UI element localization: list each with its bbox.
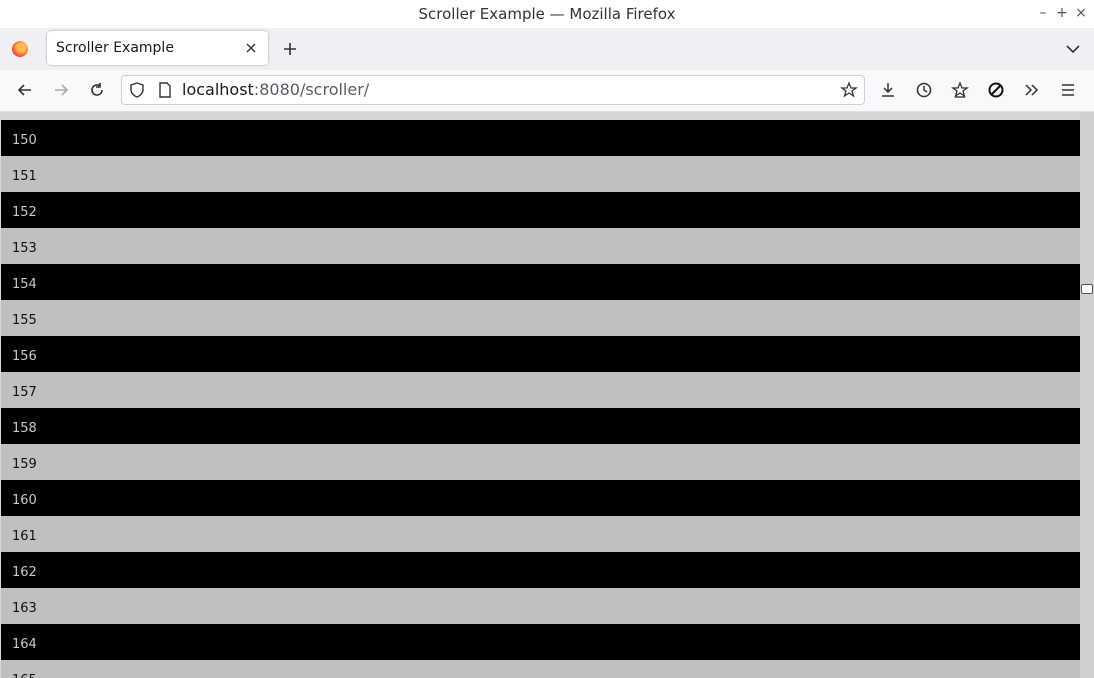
list-row: 157 xyxy=(1,372,1080,408)
list-all-tabs-icon[interactable] xyxy=(1064,40,1082,58)
bookmarks-icon[interactable] xyxy=(951,81,969,99)
scroller-list[interactable]: 150 151 152 153 154 155 156 157 158 159 160 161 162 1… xyxy=(1,120,1080,678)
tab-label: Scroller Example xyxy=(56,40,174,56)
url-text[interactable]: localhost:8080/scroller/ xyxy=(182,76,369,104)
minimize-icon[interactable]: – xyxy=(1034,4,1052,22)
list-row: 160 xyxy=(1,480,1080,516)
bookmark-star-icon[interactable] xyxy=(840,81,858,99)
page-icon[interactable] xyxy=(156,81,174,99)
tab-strip: Scroller Example xyxy=(0,28,1094,70)
list-row: 154 xyxy=(1,264,1080,300)
back-icon[interactable] xyxy=(16,81,34,99)
list-row: 156 xyxy=(1,336,1080,372)
url-path: :8080/scroller/ xyxy=(253,80,370,99)
blocked-icon[interactable] xyxy=(987,81,1005,99)
list-row: 158 xyxy=(1,408,1080,444)
downloads-icon[interactable] xyxy=(879,81,897,99)
scrollbar-thumb[interactable] xyxy=(1081,284,1093,294)
list-row: 151 xyxy=(1,156,1080,192)
reload-icon[interactable] xyxy=(88,81,106,99)
navigation-toolbar: localhost:8080/scroller/ xyxy=(0,70,1094,112)
url-bar[interactable]: localhost:8080/scroller/ xyxy=(121,75,865,105)
new-tab-icon[interactable] xyxy=(281,40,299,58)
list-row: 153 xyxy=(1,228,1080,264)
tab-scroller-example[interactable]: Scroller Example xyxy=(47,31,268,65)
shield-icon[interactable] xyxy=(128,81,146,99)
hamburger-menu-icon[interactable] xyxy=(1059,81,1077,99)
list-row: 159 xyxy=(1,444,1080,480)
overflow-menu-icon[interactable] xyxy=(1023,81,1041,99)
list-row: 152 xyxy=(1,192,1080,228)
window-title: Scroller Example — Mozilla Firefox xyxy=(418,5,676,23)
window-titlebar: Scroller Example — Mozilla Firefox – + × xyxy=(0,0,1094,28)
scrollbar-track[interactable] xyxy=(1080,112,1094,678)
close-tab-icon[interactable] xyxy=(242,39,260,57)
maximize-icon[interactable]: + xyxy=(1053,4,1071,22)
page-content[interactable]: 150 151 152 153 154 155 156 157 158 159 160 161 162 1… xyxy=(0,112,1094,678)
history-icon[interactable] xyxy=(915,81,933,99)
close-window-icon[interactable]: × xyxy=(1072,4,1090,22)
list-row: 155 xyxy=(1,300,1080,336)
list-row: 164 xyxy=(1,624,1080,660)
list-row: 163 xyxy=(1,588,1080,624)
row-label: 165 xyxy=(12,660,37,678)
firefox-icon[interactable] xyxy=(12,41,28,57)
list-row: 150 xyxy=(1,120,1080,156)
list-row: 161 xyxy=(1,516,1080,552)
forward-icon[interactable] xyxy=(52,81,70,99)
list-row: 165 xyxy=(1,660,1080,678)
list-row: 162 xyxy=(1,552,1080,588)
url-host: localhost xyxy=(182,80,254,99)
